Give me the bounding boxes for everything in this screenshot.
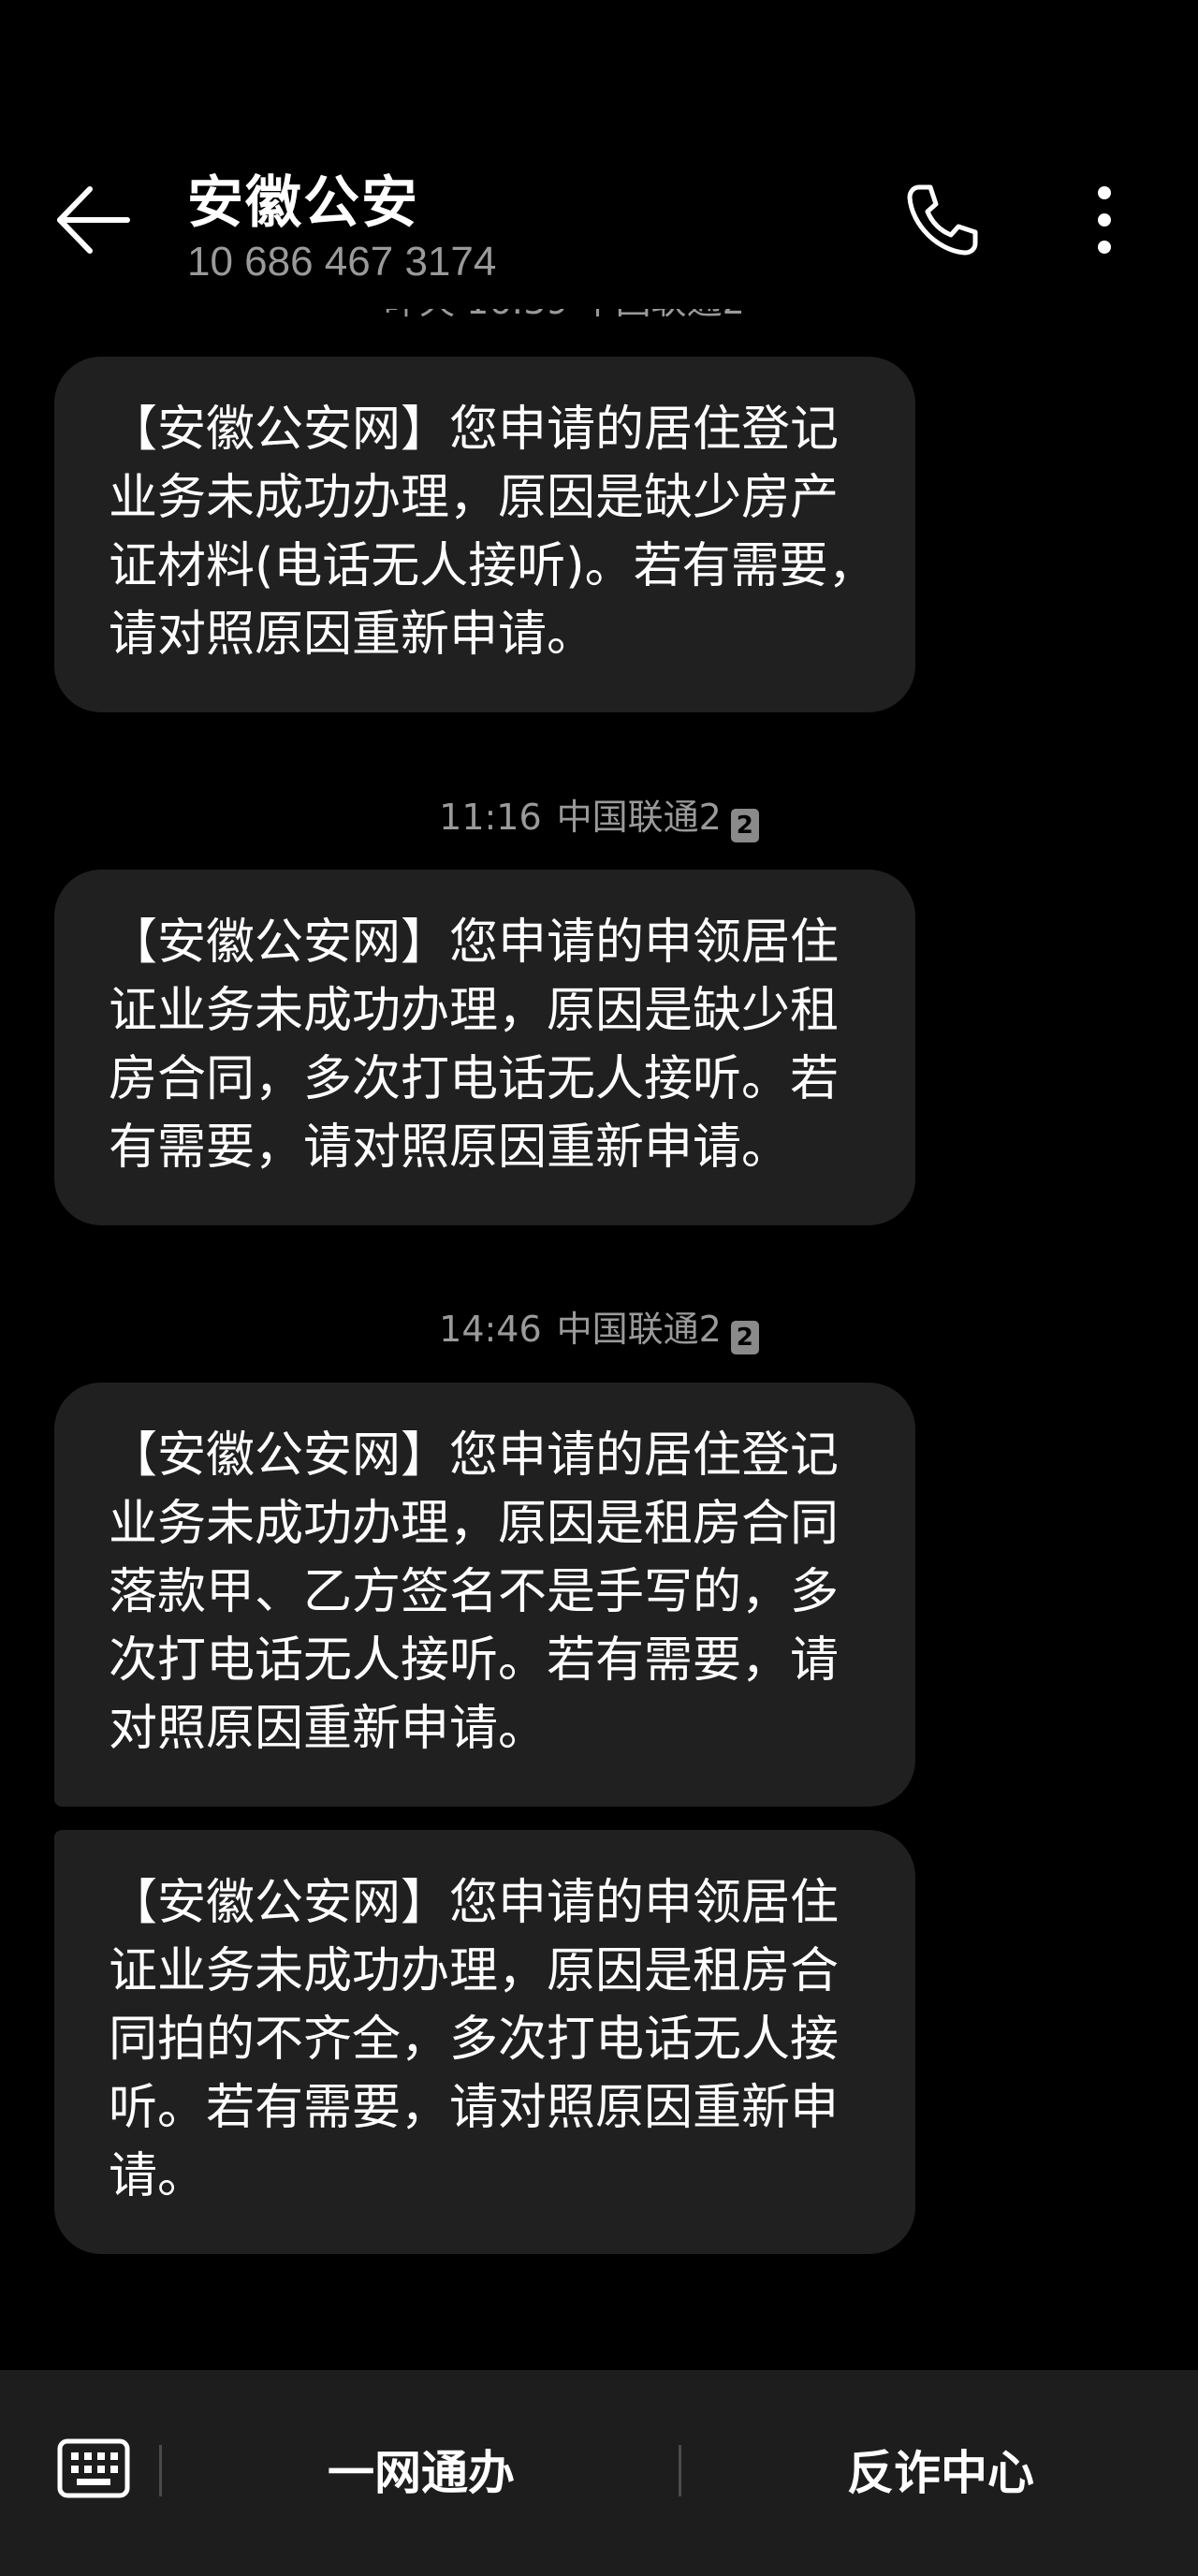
carrier-label: 中国联通2 (556, 797, 722, 838)
contact-name: 安徽公安 (187, 170, 419, 236)
contact-number: 10 686 467 3174 (187, 239, 497, 285)
message-bubble[interactable]: 【安徽公安网】您申请的申领居住 证业务未成功办理，原因是租房合 同拍的不齐全，多… (54, 1830, 915, 2254)
message-bubble[interactable]: 【安徽公安网】您申请的居住登记 业务未成功办理，原因是缺少房产 证材料(电话无人… (54, 357, 915, 712)
message-line: 【安徽公安网】您申请的申领居住 (109, 1875, 840, 1931)
message-line: 同拍的不齐全，多次打电话无人接 (109, 2012, 840, 2068)
carrier-label: 中国联通2 (556, 1309, 722, 1350)
divider (679, 2445, 681, 2496)
message-line: 【安徽公安网】您申请的居住登记 (109, 1427, 840, 1484)
message-line: 听。若有需要，请对照原因重新申 (109, 2080, 840, 2136)
message-line: 证业务未成功办理，原因是租房合 (109, 1943, 840, 1999)
call-button[interactable] (898, 178, 983, 262)
message-line: 【安徽公安网】您申请的申领居住 (109, 915, 840, 971)
sim-badge: 2 (730, 809, 759, 842)
message-line: 请。 (109, 2148, 207, 2204)
back-button[interactable] (52, 178, 137, 262)
message-line: 对照原因重新申请。 (109, 1701, 548, 1757)
keyboard-icon (57, 2438, 130, 2498)
message-bubble[interactable]: 【安徽公安网】您申请的申领居住 证业务未成功办理，原因是缺少租 房合同，多次打电… (54, 870, 915, 1225)
timestamp-time: 14:46 (439, 1309, 542, 1350)
divider (159, 2445, 162, 2496)
back-arrow-icon (57, 186, 130, 254)
sim-badge: 2 (730, 1321, 759, 1354)
message-line: 有需要，请对照原因重新申请。 (109, 1120, 791, 1176)
one-network-service-button[interactable]: 一网通办 (168, 2426, 674, 2520)
message-line: 业务未成功办理，原因是缺少房产 (109, 470, 840, 526)
message-line: 房合同，多次打电话无人接听。若 (109, 1051, 840, 1107)
message-line: 落款甲、乙方签名不是手写的，多 (109, 1564, 840, 1620)
message-line: 【安徽公安网】您申请的居住登记 (109, 402, 840, 458)
message-line: 业务未成功办理，原因是租房合同 (109, 1496, 840, 1552)
message-timestamp: 11:16 中国联通2 2 (0, 794, 1198, 842)
message-line: 次打电话无人接听。若有需要，请 (109, 1632, 840, 1689)
bottom-menu-bar: 一网通办 反诈中心 (0, 2370, 1198, 2576)
more-vertical-icon (1098, 186, 1111, 254)
conversation-header: 安徽公安 10 686 467 3174 (0, 0, 1198, 309)
message-line: 证材料(电话无人接听)。若有需要， (109, 538, 877, 594)
timestamp-time: 11:16 (439, 797, 542, 838)
phone-icon (907, 184, 978, 256)
more-options-button[interactable] (1076, 178, 1132, 262)
message-line: 请对照原因重新申请。 (109, 607, 596, 663)
anti-fraud-center-button[interactable]: 反诈中心 (683, 2426, 1198, 2520)
keyboard-toggle-button[interactable] (56, 2436, 131, 2501)
message-bubble[interactable]: 【安徽公安网】您申请的居住登记 业务未成功办理，原因是租房合同 落款甲、乙方签名… (54, 1383, 915, 1807)
message-line: 证业务未成功办理，原因是缺少租 (109, 983, 840, 1039)
message-timestamp: 14:46 中国联通2 2 (0, 1306, 1198, 1354)
